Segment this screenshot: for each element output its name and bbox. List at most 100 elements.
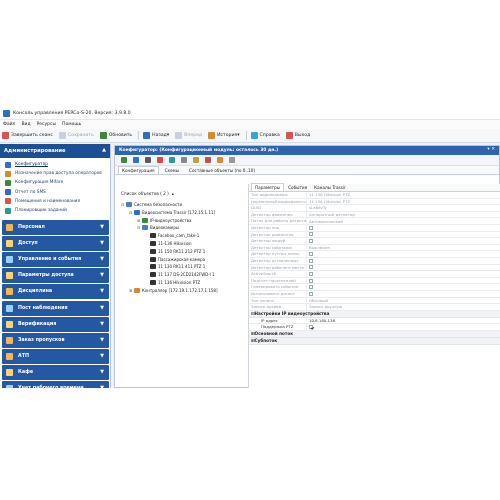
chevron-down-icon[interactable]: ▼ [100, 369, 104, 375]
sidebar-item[interactable]: Назначение прав доступа операторов [0, 169, 110, 178]
stream-section[interactable]: ⊞ Основной поток [249, 330, 500, 338]
panel-tab[interactable]: Схемы [161, 166, 183, 174]
properties-tab[interactable]: Каналы Trassir [311, 184, 349, 191]
link-icon[interactable] [229, 157, 235, 163]
grid-icon[interactable] [145, 157, 151, 163]
toolbar-button[interactable]: Завершить сеанс [2, 132, 53, 139]
tree-node[interactable]: 11 130 RK11 411 PTZ 1 [145, 263, 205, 270]
panel-tab[interactable]: Составные объекты (по 0..10) [185, 166, 259, 174]
toolbar-button[interactable]: Сохранить [58, 132, 94, 139]
toolbar-button[interactable]: Обновить [99, 132, 132, 139]
menu-item[interactable]: Вид [21, 122, 30, 127]
checkbox[interactable] [309, 232, 313, 237]
edit-icon[interactable] [133, 157, 139, 163]
property-value[interactable] [307, 251, 500, 257]
property-value[interactable]: Аппаратный детектор [307, 212, 500, 218]
sidebar-item[interactable]: Помещения и наименования [0, 197, 110, 206]
tree-node[interactable]: ⊞ IP-видеоустройства [137, 217, 191, 224]
sidebar-group[interactable]: Доступ ▼ [2, 236, 109, 252]
chevron-down-icon[interactable]: ▼ [100, 272, 104, 278]
sidebar-item[interactable]: Конфигуратор [0, 160, 110, 169]
sidebar-group[interactable]: Учет рабочего времени ▼ [2, 381, 109, 388]
toolbar-button[interactable]: История ▾ [208, 132, 240, 139]
checkbox[interactable] [309, 252, 313, 257]
chevron-down-icon[interactable]: ▾ [167, 133, 169, 138]
property-value[interactable] [307, 238, 500, 244]
panel-controls-icon[interactable]: ▾ ✕ [487, 147, 495, 152]
checkbox[interactable] [309, 225, 313, 230]
checkbox[interactable] [309, 238, 313, 243]
shield-icon[interactable] [169, 157, 175, 163]
key-icon[interactable] [193, 157, 199, 163]
property-value[interactable] [307, 291, 500, 297]
property-value[interactable] [307, 324, 500, 330]
property-value[interactable]: Обычный [307, 298, 500, 304]
settings-icon[interactable] [181, 157, 187, 163]
chevron-down-icon[interactable]: ▼ [100, 385, 104, 388]
delete-icon[interactable] [157, 157, 163, 163]
menu-item[interactable]: Ресурсы [37, 122, 57, 127]
tree-node[interactable]: ⊟ Система безопасности [121, 201, 182, 208]
add-icon[interactable] [121, 157, 127, 163]
toolbar-button[interactable]: Справка [250, 132, 280, 139]
toolbar-button[interactable]: Вперед [175, 132, 202, 139]
property-value[interactable] [307, 271, 500, 277]
checkbox[interactable] [309, 291, 313, 296]
property-value[interactable] [307, 232, 500, 238]
chevron-down-icon[interactable]: ▼ [100, 353, 104, 359]
property-value[interactable] [307, 225, 500, 231]
sidebar-item[interactable]: Конфигурация Mifare [0, 178, 110, 187]
property-value[interactable] [307, 278, 500, 284]
device-icon[interactable] [205, 157, 211, 163]
tree-node[interactable]: Facebox_cam_fake-1 [145, 232, 199, 239]
property-value[interactable] [307, 258, 500, 264]
chevron-up-icon[interactable]: ▴ [172, 191, 174, 196]
chevron-up-icon[interactable]: ▲ [102, 147, 106, 153]
chevron-down-icon[interactable]: ▼ [100, 256, 104, 262]
checkbox[interactable] [309, 265, 313, 270]
property-value[interactable] [307, 284, 500, 290]
tree-node[interactable]: ⊞ Контроллер [172.19.1.172.17.1.158] [129, 287, 218, 294]
sidebar-group[interactable]: Кафе ▼ [2, 364, 109, 380]
property-value[interactable]: 11 136 Hikvision PTZ [307, 192, 500, 198]
property-value[interactable]: sLa8dvTy [307, 205, 500, 211]
sidebar-group[interactable]: Параметры доступа ▼ [2, 268, 109, 284]
sidebar-group[interactable]: Верификация ▼ [2, 316, 109, 332]
tree-node[interactable]: 11 136 Hikvision PTZ [145, 279, 200, 286]
tree-node[interactable]: 11 150 RK11 212 PTZ 1 [145, 248, 205, 255]
chevron-down-icon[interactable]: ▼ [100, 305, 104, 311]
properties-tab[interactable]: Параметры [251, 183, 285, 191]
property-value[interactable]: Автоматический [307, 218, 500, 224]
chevron-down-icon[interactable]: ▼ [100, 321, 104, 327]
tree-node[interactable]: Пассажирская камера [145, 256, 205, 263]
tree-node[interactable]: 11 137 DS-2CD2142FWD-I 1 [145, 271, 215, 278]
property-value[interactable]: Запись вручную [307, 304, 500, 310]
checkbox[interactable] [309, 271, 313, 276]
sidebar-group[interactable]: Дисциплина ▼ [2, 284, 109, 300]
sidebar-header[interactable]: Администрирование ▲ [0, 144, 110, 158]
property-value[interactable]: 11 136 Hikvision PTZ [307, 199, 500, 205]
tree-node[interactable]: 11-136 Hikvision [145, 240, 192, 247]
properties-section-header[interactable]: ⊟ Настройки IP видеоустройства [249, 310, 500, 318]
toolbar-button[interactable]: Назад ▾ [143, 132, 169, 139]
sidebar-item[interactable]: Отчет по SMS [0, 188, 110, 197]
chevron-down-icon[interactable]: ▼ [100, 337, 104, 343]
toolbar-button[interactable]: Выход [285, 132, 310, 139]
checkbox[interactable] [309, 258, 313, 263]
panel-tab[interactable]: Конфигурация [118, 166, 159, 174]
sidebar-group[interactable]: Заказ пропусков ▼ [2, 332, 109, 348]
sidebar-group[interactable]: АТП ▼ [2, 348, 109, 364]
property-value[interactable]: 10.8.180.136 [307, 318, 500, 324]
menu-item[interactable]: Файл [3, 122, 15, 127]
checkbox[interactable] [309, 325, 313, 330]
property-value[interactable]: Выключен [307, 245, 500, 251]
sidebar-group[interactable]: Управление и события ▼ [2, 252, 109, 268]
sidebar-item[interactable]: Планировщик заданий [0, 206, 110, 215]
sidebar-group[interactable]: Персонал ▼ [2, 220, 109, 235]
tools-icon[interactable] [217, 157, 223, 163]
stream-section[interactable]: ⊞ Субпоток [249, 337, 500, 345]
chevron-down-icon[interactable]: ▼ [100, 240, 104, 246]
menu-item[interactable]: Помощь [62, 122, 81, 127]
chevron-down-icon[interactable]: ▾ [237, 133, 239, 138]
chevron-down-icon[interactable]: ▼ [100, 288, 104, 294]
